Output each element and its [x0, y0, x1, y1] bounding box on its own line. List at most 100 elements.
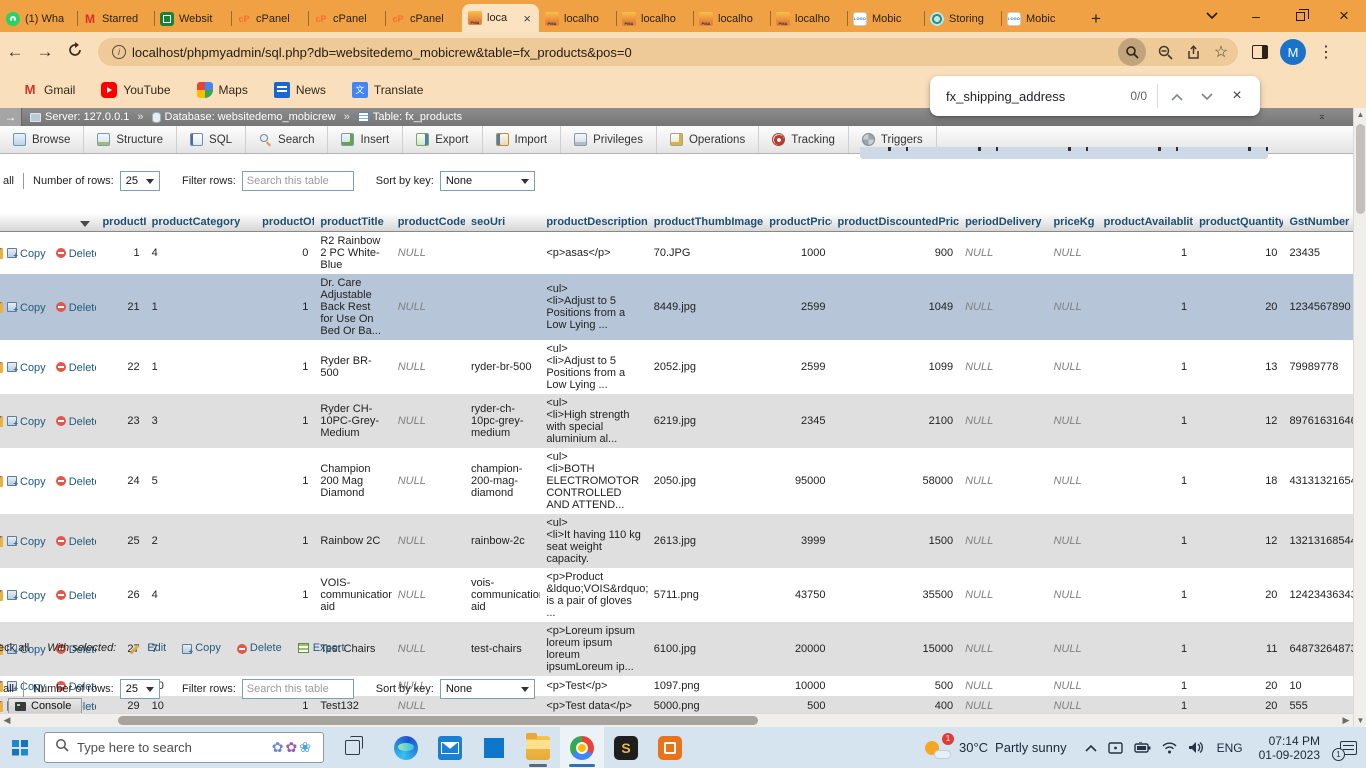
browser-tab-4[interactable]: cPanel [308, 6, 385, 32]
edit-link-clipped-icon[interactable] [0, 416, 3, 427]
export-selected-link[interactable]: Export [298, 642, 345, 654]
pma-tab-export[interactable]: Export [403, 126, 482, 153]
browser-tab-3[interactable]: cPanel [231, 6, 308, 32]
taskbar-app-chrome[interactable] [560, 727, 604, 768]
taskbar-search[interactable]: Type here to search ✿✿❀ [44, 732, 324, 763]
pma-tab-privileges[interactable]: Privileges [561, 126, 657, 153]
breadcrumb-server[interactable]: Server: 127.0.0.1 [30, 111, 129, 123]
delete-row-link[interactable]: Delete [56, 536, 97, 548]
vertical-scrollbar[interactable]: ▲ ▼ [1353, 108, 1366, 727]
pma-tab-import[interactable]: Import [483, 126, 562, 153]
nav-panel-toggle-button[interactable]: → [0, 108, 22, 126]
weather-widget[interactable]: 1 30°C Partly sunny [915, 727, 1077, 768]
edit-link-clipped-icon[interactable] [0, 701, 3, 712]
delete-row-link[interactable]: Delete [56, 590, 97, 602]
pma-tab-insert[interactable]: Insert [328, 126, 403, 153]
col-productPrice[interactable]: productPrice [763, 213, 831, 232]
bookmark-translate[interactable]: Translate [352, 82, 424, 98]
scroll-left-icon[interactable]: ◀ [0, 714, 14, 727]
taskbar-app-mail[interactable] [428, 727, 472, 768]
edit-link-clipped-icon[interactable] [0, 248, 3, 259]
console-tab[interactable]: Console [8, 698, 82, 713]
taskbar-app-edge[interactable] [384, 727, 428, 768]
sort-options-icon[interactable] [80, 221, 90, 227]
pma-tab-browse[interactable]: Browse [0, 126, 84, 153]
browser-tab-1[interactable]: Starred [77, 6, 154, 32]
browser-tab-10[interactable]: localho [770, 6, 847, 32]
browser-tab-0[interactable]: (1) Wha [0, 6, 77, 32]
copy-row-link[interactable]: Copy [7, 248, 46, 260]
col-productDiscountedPrice[interactable]: productDiscountedPrice [832, 213, 960, 232]
col-productQuantity[interactable]: productQuantity [1193, 213, 1283, 232]
delete-row-link[interactable]: Delete [56, 416, 97, 428]
horizontal-scrollbar[interactable]: ◀ ▶ [0, 713, 1353, 727]
find-previous-icon[interactable] [1162, 81, 1192, 111]
taskbar-app-explorer[interactable] [516, 727, 560, 768]
vertical-scroll-thumb[interactable] [1356, 124, 1365, 214]
find-close-icon[interactable]: × [1222, 81, 1252, 111]
site-info-icon[interactable]: i [112, 45, 126, 59]
pma-tab-search[interactable]: Search [246, 126, 328, 153]
tray-chevron-up-icon[interactable] [1085, 744, 1097, 752]
edit-selected-link[interactable]: Edit [132, 642, 166, 654]
new-tab-button[interactable]: + [1082, 6, 1110, 32]
browser-tab-6[interactable]: loca× [462, 4, 539, 32]
scroll-to-top-icon[interactable]: ⌅ [1315, 110, 1329, 124]
browser-tab-7[interactable]: localho [539, 6, 616, 32]
number-of-rows-select[interactable]: 25 [120, 679, 160, 699]
forward-button[interactable]: → [30, 37, 60, 67]
copy-row-link[interactable]: Copy [7, 476, 46, 488]
col-productCode[interactable]: productCode [392, 213, 465, 232]
browser-tab-8[interactable]: localho [616, 6, 693, 32]
col-seoUri[interactable]: seoUri [465, 213, 540, 232]
copy-row-link[interactable]: Copy [7, 416, 46, 428]
sort-by-key-select[interactable]: None [440, 679, 535, 699]
bookmark-youtube[interactable]: YouTube [101, 82, 170, 98]
filter-rows-input[interactable] [242, 679, 354, 699]
tab-search-chevron-icon[interactable] [1190, 0, 1234, 32]
breadcrumb-table[interactable]: Table: fx_products [358, 111, 462, 123]
col-priceKg[interactable]: priceKg [1047, 213, 1097, 232]
delete-row-link[interactable]: Delete [56, 248, 97, 260]
edit-link-clipped-icon[interactable] [0, 536, 3, 547]
find-in-page-active-icon[interactable] [1118, 38, 1146, 66]
check-all-label[interactable]: Check all [0, 642, 29, 654]
scroll-up-icon[interactable]: ▲ [1354, 108, 1366, 121]
edit-link-clipped-icon[interactable] [0, 362, 3, 373]
taskbar-app-s[interactable] [604, 727, 648, 768]
side-panel-icon[interactable] [1252, 45, 1268, 59]
col-productAvailablity[interactable]: productAvailablity [1098, 213, 1193, 232]
taskbar-app-orange[interactable] [648, 727, 692, 768]
browser-tab-13[interactable]: Mobic [1001, 6, 1078, 32]
browser-tab-9[interactable]: localho [693, 6, 770, 32]
zoom-out-icon[interactable] [1156, 43, 1174, 61]
col-productID[interactable]: productID [96, 213, 145, 232]
col-periodDelivery[interactable]: periodDelivery [959, 213, 1047, 232]
copy-row-link[interactable]: Copy [7, 590, 46, 602]
browser-tab-12[interactable]: Storing [924, 6, 1001, 32]
notification-center[interactable]: 1 [1330, 727, 1366, 768]
pma-tab-operations[interactable]: Operations [657, 126, 759, 153]
delete-row-link[interactable]: Delete [56, 476, 97, 488]
browser-tab-11[interactable]: Mobic [847, 6, 924, 32]
find-next-icon[interactable] [1192, 81, 1222, 111]
col-productTitle[interactable]: productTitle [314, 213, 391, 232]
edit-link-clipped-icon[interactable] [0, 590, 3, 601]
edit-link-clipped-icon[interactable] [0, 302, 3, 313]
reload-button[interactable] [60, 37, 90, 67]
task-view-button[interactable] [332, 727, 372, 768]
number-of-rows-select[interactable]: 25 [120, 171, 160, 191]
browser-tab-2[interactable]: Websit [154, 6, 231, 32]
cast-icon[interactable] [1108, 742, 1123, 754]
bookmark-maps[interactable]: Maps [197, 82, 248, 98]
start-button[interactable] [0, 727, 40, 768]
volume-icon[interactable] [1188, 741, 1203, 754]
copy-row-link[interactable]: Copy [7, 362, 46, 374]
col-productOffer[interactable]: productOffer [256, 213, 314, 232]
taskbar-app-vscode[interactable] [472, 727, 516, 768]
scroll-right-icon[interactable]: ▶ [1339, 714, 1353, 727]
horizontal-scroll-thumb[interactable] [118, 716, 758, 725]
clock[interactable]: 07:14 PM 01-09-2023 [1249, 734, 1330, 762]
copy-row-link[interactable]: Copy [7, 536, 46, 548]
scroll-down-icon[interactable]: ▼ [1354, 714, 1366, 727]
